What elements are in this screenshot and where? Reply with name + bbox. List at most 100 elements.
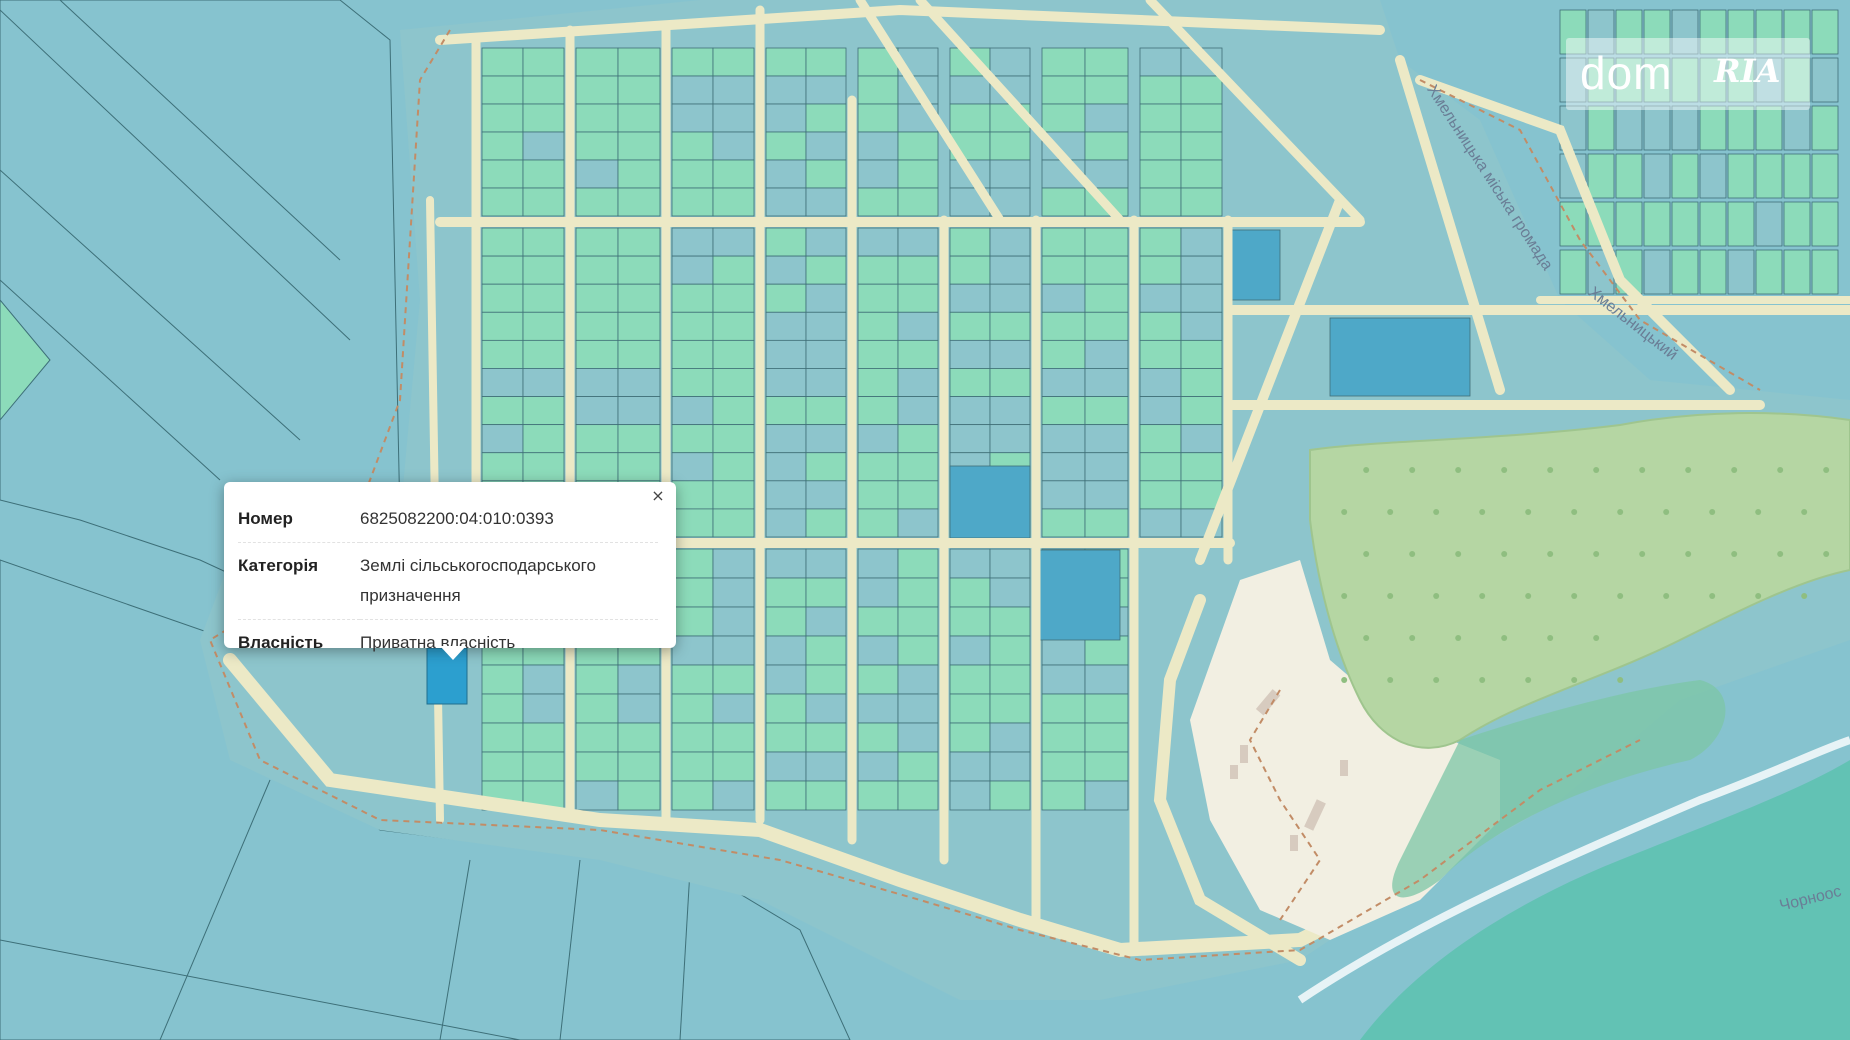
land-parcel[interactable] [671, 635, 714, 666]
land-parcel[interactable] [1755, 249, 1783, 295]
land-parcel[interactable] [481, 131, 524, 161]
land-parcel[interactable] [857, 664, 899, 695]
land-parcel[interactable] [805, 606, 847, 637]
land-parcel[interactable] [765, 452, 807, 482]
land-parcel[interactable] [765, 577, 807, 608]
land-parcel[interactable] [897, 751, 939, 782]
land-parcel[interactable] [1041, 693, 1086, 724]
land-parcel[interactable] [1041, 452, 1086, 482]
land-parcel[interactable] [805, 452, 847, 482]
land-parcel[interactable] [712, 311, 755, 341]
land-parcel[interactable] [949, 368, 991, 397]
land-parcel[interactable] [1139, 396, 1182, 426]
land-parcel[interactable] [1084, 339, 1129, 369]
land-parcel[interactable] [671, 311, 714, 341]
land-parcel[interactable] [1041, 75, 1086, 105]
land-parcel[interactable] [575, 75, 619, 105]
land-parcel[interactable] [805, 480, 847, 510]
land-parcel[interactable] [949, 311, 991, 341]
land-parcel[interactable] [1084, 227, 1129, 257]
land-parcel[interactable] [805, 75, 847, 105]
land-parcel[interactable] [949, 548, 991, 579]
land-parcel[interactable] [712, 452, 755, 482]
land-parcel[interactable] [1084, 508, 1129, 538]
land-parcel[interactable] [1615, 153, 1643, 199]
land-parcel[interactable] [522, 368, 565, 397]
land-parcel[interactable] [805, 780, 847, 811]
land-parcel[interactable] [897, 606, 939, 637]
land-parcel[interactable] [1041, 47, 1086, 77]
land-parcel[interactable] [765, 47, 807, 77]
land-parcel[interactable] [805, 47, 847, 77]
land-parcel[interactable] [671, 255, 714, 285]
land-parcel[interactable] [805, 577, 847, 608]
land-parcel[interactable] [1559, 249, 1587, 295]
land-parcel[interactable] [989, 548, 1031, 579]
land-parcel[interactable] [671, 693, 714, 724]
land-parcel[interactable] [765, 606, 807, 637]
land-parcel[interactable] [617, 722, 661, 753]
land-parcel[interactable] [857, 693, 899, 724]
land-parcel[interactable] [805, 283, 847, 313]
land-parcel[interactable] [949, 424, 991, 454]
land-parcel[interactable] [765, 255, 807, 285]
land-parcel[interactable] [1041, 722, 1086, 753]
land-parcel[interactable] [1139, 47, 1182, 77]
land-parcel[interactable] [671, 396, 714, 426]
land-parcel[interactable] [897, 452, 939, 482]
land-parcel[interactable] [857, 368, 899, 397]
land-parcel[interactable] [1783, 249, 1811, 295]
land-parcel[interactable] [1755, 201, 1783, 247]
land-parcel[interactable] [765, 751, 807, 782]
land-parcel[interactable] [522, 396, 565, 426]
land-parcel[interactable] [522, 255, 565, 285]
land-parcel[interactable] [949, 255, 991, 285]
land-parcel[interactable] [671, 664, 714, 695]
land-parcel[interactable] [857, 311, 899, 341]
land-parcel[interactable] [1615, 105, 1643, 151]
land-parcel[interactable] [481, 227, 524, 257]
land-parcel[interactable] [712, 606, 755, 637]
land-parcel[interactable] [765, 368, 807, 397]
land-parcel[interactable] [1180, 131, 1223, 161]
land-parcel[interactable] [1615, 201, 1643, 247]
land-parcel[interactable] [481, 159, 524, 189]
land-parcel[interactable] [949, 751, 991, 782]
land-parcel[interactable] [481, 339, 524, 369]
land-parcel[interactable] [949, 635, 991, 666]
land-parcel[interactable] [1139, 227, 1182, 257]
land-parcel[interactable] [857, 480, 899, 510]
land-parcel[interactable] [575, 368, 619, 397]
land-parcel[interactable] [522, 75, 565, 105]
land-parcel[interactable] [1084, 131, 1129, 161]
land-parcel[interactable] [712, 508, 755, 538]
land-parcel[interactable] [671, 577, 714, 608]
land-parcel[interactable] [1084, 424, 1129, 454]
land-parcel[interactable] [1755, 105, 1783, 151]
land-parcel[interactable] [765, 396, 807, 426]
land-parcel[interactable] [897, 693, 939, 724]
land-parcel[interactable] [1811, 249, 1839, 295]
land-parcel[interactable] [522, 227, 565, 257]
land-parcel[interactable] [575, 396, 619, 426]
land-parcel[interactable] [949, 283, 991, 313]
land-parcel[interactable] [712, 693, 755, 724]
land-parcel[interactable] [712, 339, 755, 369]
land-parcel[interactable] [712, 47, 755, 77]
land-parcel[interactable] [857, 452, 899, 482]
land-parcel[interactable] [1180, 480, 1223, 510]
land-parcel[interactable] [1671, 249, 1699, 295]
highlighted-parcel-block[interactable] [1039, 549, 1121, 641]
land-parcel[interactable] [522, 751, 565, 782]
land-parcel[interactable] [712, 577, 755, 608]
land-parcel[interactable] [481, 47, 524, 77]
land-parcel[interactable] [897, 780, 939, 811]
land-parcel[interactable] [575, 424, 619, 454]
land-parcel[interactable] [1180, 368, 1223, 397]
land-parcel[interactable] [857, 159, 899, 189]
highlighted-parcel-block[interactable] [1329, 317, 1471, 397]
land-parcel[interactable] [857, 780, 899, 811]
land-parcel[interactable] [1084, 480, 1129, 510]
land-parcel[interactable] [1041, 311, 1086, 341]
land-parcel[interactable] [671, 103, 714, 133]
